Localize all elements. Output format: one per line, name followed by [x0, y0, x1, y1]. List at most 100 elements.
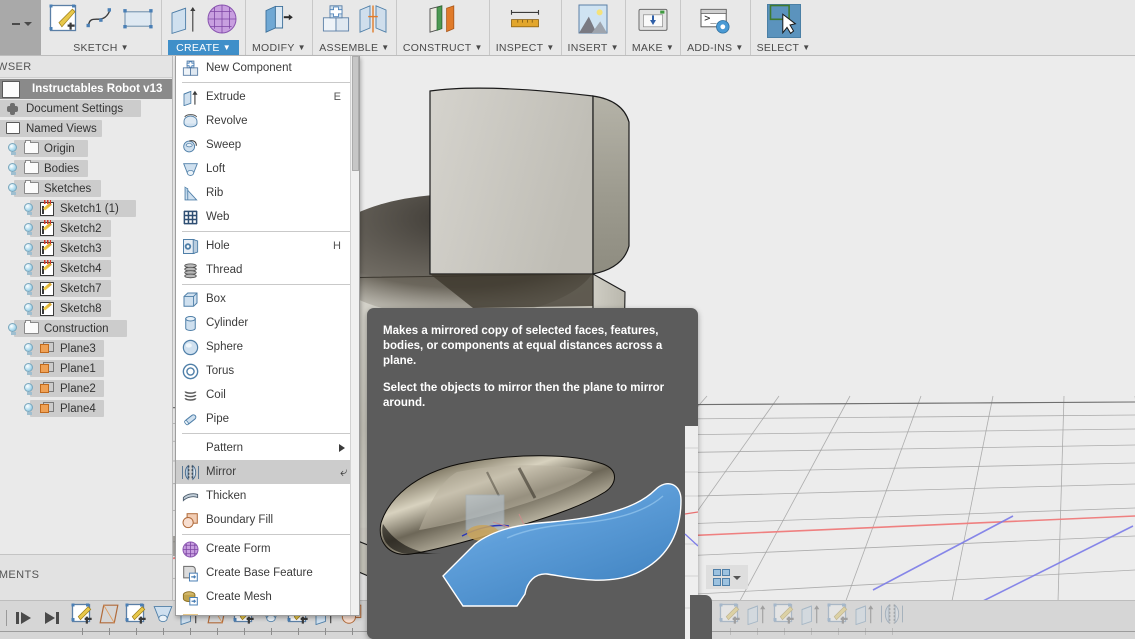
visibility-bulb-icon[interactable] — [6, 322, 19, 336]
visibility-bulb-icon[interactable] — [6, 182, 19, 196]
browser-item-plane1[interactable]: Plane1 — [0, 359, 172, 379]
measure-ruler-icon-button[interactable] — [508, 4, 542, 38]
insert-image-icon-button[interactable] — [576, 4, 610, 38]
menu-item-rib[interactable]: Rib — [176, 181, 359, 205]
menu-item-mirror[interactable]: Mirror ⤷ — [176, 460, 359, 484]
menu-scrollbar-thumb[interactable] — [352, 56, 359, 171]
menu-item-create-form[interactable]: Create Form — [176, 537, 359, 561]
browser-item-plane3[interactable]: Plane3 — [0, 339, 172, 359]
joint-icon-button[interactable] — [356, 4, 390, 38]
spline-icon-button[interactable] — [84, 4, 118, 38]
scripts-addins-icon-button[interactable]: >_ — [698, 4, 732, 38]
timeline-feature-sketch-2[interactable] — [124, 603, 148, 635]
visibility-bulb-icon[interactable] — [22, 362, 35, 376]
play-button[interactable] — [14, 608, 36, 628]
menu-item-torus[interactable]: Torus — [176, 359, 359, 383]
ribbon-group-label-assemble[interactable]: ASSEMBLE ▼ — [319, 40, 390, 55]
select-window-icon-button[interactable] — [766, 4, 801, 38]
browser-item-sketches[interactable]: Sketches — [0, 179, 172, 199]
display-settings-button[interactable] — [706, 565, 748, 589]
visibility-bulb-icon[interactable] — [22, 402, 35, 416]
menu-item-pipe[interactable]: Pipe — [176, 407, 359, 431]
visibility-bulb-icon[interactable] — [6, 142, 19, 156]
browser-item-plane4[interactable]: Plane4 — [0, 399, 172, 419]
menu-item-pattern[interactable]: Pattern — [176, 436, 359, 460]
visibility-bulb-icon[interactable] — [22, 382, 35, 396]
ribbon-group-label-sketch[interactable]: SKETCH ▼ — [47, 40, 155, 55]
timeline-feature-sketch-0[interactable] — [70, 603, 94, 635]
menu-item-extrude[interactable]: Extrude E — [176, 85, 359, 109]
rectangle-icon-button[interactable] — [121, 4, 155, 38]
menu-item-web[interactable]: Web — [176, 205, 359, 229]
visibility-bulb-icon[interactable] — [22, 262, 35, 276]
timeline-feature-mirror-30[interactable] — [880, 603, 904, 635]
browser-item-plane2[interactable]: Plane2 — [0, 379, 172, 399]
offset-plane-icon-button[interactable] — [426, 4, 460, 38]
menu-item-create-mesh[interactable]: Create Mesh — [176, 585, 359, 609]
timeline-feature-construct-plane-1[interactable] — [97, 604, 121, 635]
comments-panel[interactable]: COMMENTS — [0, 554, 172, 601]
ribbon-group-label-select[interactable]: SELECT ▼ — [757, 40, 811, 55]
timeline-feature-sketch-26[interactable] — [772, 603, 796, 635]
menu-item-sweep[interactable]: Sweep — [176, 133, 359, 157]
extrude-icon-button[interactable] — [168, 4, 202, 38]
timeline-feature-extrude-29[interactable] — [853, 604, 877, 635]
menu-item-new-component[interactable]: New Component — [176, 56, 359, 80]
ribbon-group-label-insert[interactable]: INSERT ▼ — [568, 40, 619, 55]
browser-item-sketch3[interactable]: Sketch3 — [0, 239, 172, 259]
menu-item-coil[interactable]: Coil — [176, 383, 359, 407]
timeline-feature-sketch-28[interactable] — [826, 603, 850, 635]
menu-item-cylinder[interactable]: Cylinder — [176, 311, 359, 335]
browser-item-sketch2[interactable]: Sketch2 — [0, 219, 172, 239]
menu-item-thread[interactable]: Thread — [176, 258, 359, 282]
ribbon-overflow-dropdown[interactable] — [12, 18, 34, 30]
menu-item-box[interactable]: Box — [176, 287, 359, 311]
browser-item-named-views[interactable]: Named Views — [0, 119, 172, 139]
menu-item-revolve[interactable]: Revolve — [176, 109, 359, 133]
new-component-icon-button[interactable] — [319, 4, 353, 38]
create-dropdown-menu[interactable]: New Component Extrude E Revolve Sweep Loft Rib… — [175, 56, 360, 616]
timeline-feature-sketch-24[interactable] — [718, 603, 742, 635]
3d-print-icon-button[interactable] — [636, 4, 670, 38]
browser-item-document-settings[interactable]: Document Settings — [0, 99, 172, 119]
press-pull-icon-button[interactable] — [262, 4, 296, 38]
timeline-feature-extrude-27[interactable] — [799, 604, 823, 635]
menu-item-voronoi-sketch-generator[interactable]: Voronoi Sketch Generator — [176, 609, 359, 615]
visibility-bulb-icon[interactable] — [22, 282, 35, 296]
menu-item-thicken[interactable]: Thicken — [176, 484, 359, 508]
browser-item-sketch8[interactable]: Sketch8 — [0, 299, 172, 319]
menu-scrollbar[interactable] — [350, 56, 359, 615]
step-to-end-button[interactable] — [43, 608, 65, 628]
visibility-bulb-icon[interactable] — [6, 162, 19, 176]
visibility-bulb-icon[interactable] — [22, 302, 35, 316]
ribbon-group-label-modify[interactable]: MODIFY ▼ — [252, 40, 306, 55]
ribbon-group-label-add-ins[interactable]: ADD-INS ▼ — [687, 40, 744, 55]
menu-item-hole[interactable]: Hole H — [176, 234, 359, 258]
menu-item-loft[interactable]: Loft — [176, 157, 359, 181]
visibility-bulb-icon[interactable] — [22, 222, 35, 236]
ribbon-group-label-make[interactable]: MAKE ▼ — [632, 40, 674, 55]
visibility-bulb-icon[interactable] — [22, 242, 35, 256]
ribbon-group-label-construct[interactable]: CONSTRUCT ▼ — [403, 40, 483, 55]
browser-item-origin[interactable]: Origin — [0, 139, 172, 159]
visibility-bulb-icon[interactable] — [22, 202, 35, 216]
browser-item-construction[interactable]: Construction — [0, 319, 172, 339]
menu-item-create-base-feature[interactable]: Create Base Feature — [176, 561, 359, 585]
browser-item-sketch4[interactable]: Sketch4 — [0, 259, 172, 279]
browser-item-label: Construction — [44, 323, 109, 335]
browser-root-item[interactable]: Instructables Robot v13 — [0, 79, 172, 99]
menu-item-sphere[interactable]: Sphere — [176, 335, 359, 359]
create-form-icon-button[interactable] — [205, 4, 239, 38]
browser-item-bodies[interactable]: Bodies — [0, 159, 172, 179]
visibility-bulb-icon[interactable] — [22, 342, 35, 356]
browser-item-sketch7[interactable]: Sketch7 — [0, 279, 172, 299]
ribbon-group-label-create[interactable]: CREATE ▼ — [168, 40, 239, 55]
browser-item-sketch1-1-[interactable]: Sketch1 (1) — [0, 199, 172, 219]
ribbon-group-label-inspect[interactable]: INSPECT ▼ — [496, 40, 555, 55]
rib-icon — [182, 185, 199, 202]
menu-item-boundary-fill[interactable]: Boundary Fill — [176, 508, 359, 532]
timeline-feature-extrude-25[interactable] — [745, 604, 769, 635]
create-sketch-icon-button[interactable] — [47, 4, 81, 38]
timeline-feature-loft-3[interactable] — [151, 604, 175, 635]
document-icon — [2, 80, 20, 98]
